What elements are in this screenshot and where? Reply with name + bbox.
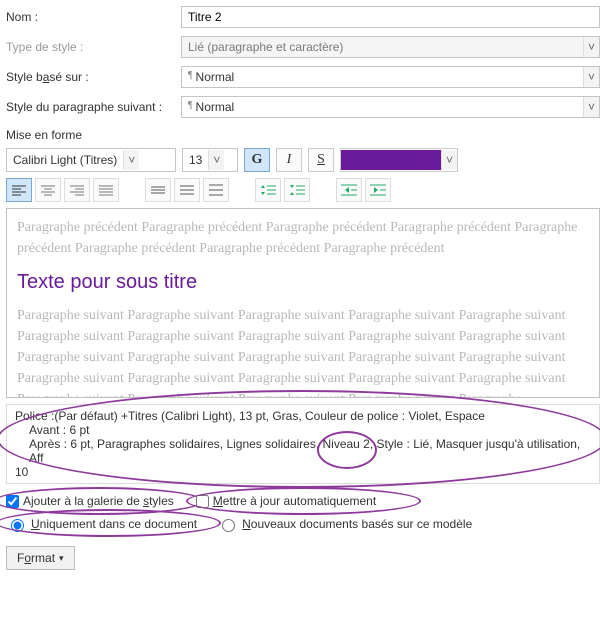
font-size-combo[interactable]: 13˅: [182, 148, 238, 172]
style-type-label: Type de style :: [6, 40, 181, 54]
chevron-down-icon[interactable]: ˅: [583, 67, 599, 87]
indent-increase-button[interactable]: [365, 178, 391, 202]
add-to-gallery-checkbox[interactable]: Ajouter à la galerie de styles: [6, 494, 174, 508]
align-center-button[interactable]: [35, 178, 61, 202]
chevron-down-icon[interactable]: ˅: [441, 150, 457, 170]
new-docs-radio[interactable]: Nouveaux documents basés sur ce modèle: [217, 516, 472, 532]
italic-button[interactable]: I: [276, 148, 302, 172]
align-right-button[interactable]: [64, 178, 90, 202]
linespace-15-button[interactable]: [174, 178, 200, 202]
font-name-combo[interactable]: Calibri Light (Titres)˅: [6, 148, 176, 172]
next-para-combo[interactable]: ¶Normal ˅: [181, 96, 600, 118]
linespace-1-button[interactable]: [145, 178, 171, 202]
based-on-label: Style basé sur :: [6, 70, 181, 84]
color-swatch: [341, 150, 441, 170]
font-color-combo[interactable]: ˅: [340, 148, 458, 172]
chevron-down-icon[interactable]: ˅: [583, 97, 599, 117]
chevron-down-icon[interactable]: ˅: [208, 150, 224, 170]
format-menu-button[interactable]: Format ▾: [6, 546, 75, 570]
auto-update-checkbox[interactable]: Mettre à jour automatiquement: [196, 494, 376, 508]
preview-next-text: Paragraphe suivant Paragraphe suivant Pa…: [17, 305, 589, 398]
style-type-combo: Lié (paragraphe et caractère) ˅: [181, 36, 600, 58]
chevron-down-icon: ▾: [59, 553, 64, 564]
only-this-doc-radio[interactable]: Uniquement dans ce document: [6, 516, 197, 532]
name-field[interactable]: [181, 6, 600, 28]
next-para-label: Style du paragraphe suivant :: [6, 100, 181, 114]
style-preview: Paragraphe précédent Paragraphe précéden…: [6, 208, 600, 398]
style-description: Police :(Par défaut) +Titres (Calibri Li…: [6, 404, 600, 484]
paraspace-decrease-button[interactable]: [284, 178, 310, 202]
preview-prev-text: Paragraphe précédent Paragraphe précéden…: [17, 217, 589, 259]
preview-sample-text: Texte pour sous titre: [17, 267, 589, 297]
chevron-down-icon[interactable]: ˅: [123, 150, 139, 170]
indent-decrease-button[interactable]: [336, 178, 362, 202]
align-justify-button[interactable]: [93, 178, 119, 202]
linespace-2-button[interactable]: [203, 178, 229, 202]
format-section-title: Mise en forme: [6, 128, 600, 142]
bold-button[interactable]: G: [244, 148, 270, 172]
paraspace-increase-button[interactable]: [255, 178, 281, 202]
based-on-combo[interactable]: ¶Normal ˅: [181, 66, 600, 88]
align-left-button[interactable]: [6, 178, 32, 202]
chevron-down-icon: ˅: [583, 37, 599, 57]
name-label: Nom :: [6, 10, 181, 24]
underline-button[interactable]: S: [308, 148, 334, 172]
